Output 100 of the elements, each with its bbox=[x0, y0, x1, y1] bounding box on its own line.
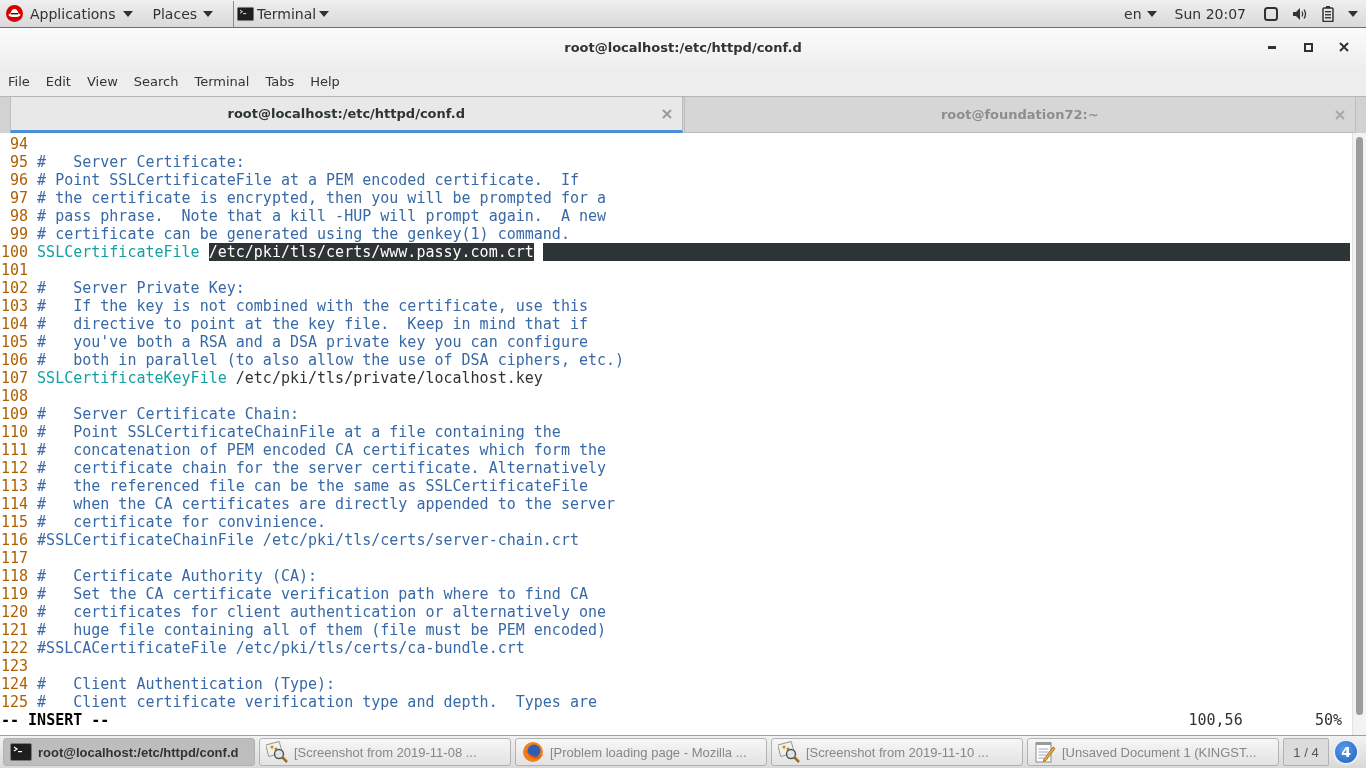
comment-text: # certificate chain for the server certificate. Alternatively bbox=[37, 459, 607, 477]
scrollbar-thumb[interactable] bbox=[1356, 137, 1363, 715]
menu-item[interactable]: Help bbox=[302, 69, 348, 93]
tab[interactable]: root@localhost:/etc/httpd/conf.d bbox=[10, 97, 683, 133]
line-number: 111 bbox=[1, 441, 29, 459]
comment-text: # Certificate Authority (CA): bbox=[37, 567, 318, 585]
comment-text: # pass phrase. Note that a kill -HUP will prompt again. A new bbox=[37, 207, 607, 225]
comment-text: # you've both a RSA and a DSA private key you can configure bbox=[37, 333, 588, 351]
line-number: 103 bbox=[1, 297, 29, 315]
menu-item[interactable]: Terminal bbox=[186, 69, 258, 93]
menu-item[interactable]: Tabs bbox=[257, 69, 303, 93]
line-number: 94 bbox=[9, 135, 29, 153]
globe-icon bbox=[522, 741, 544, 763]
line-number: 120 bbox=[1, 603, 29, 621]
comment-text: # Client certificate verification type and depth. Types are bbox=[37, 693, 597, 711]
comment-text: # certificate can be generated using the genkey(1) command. bbox=[37, 225, 570, 243]
comment-text: # Server Certificate Chain: bbox=[37, 405, 299, 423]
comment-text: # certificates for client authentication or alternatively one bbox=[37, 603, 607, 621]
line-number: 100 bbox=[1, 243, 29, 261]
line-number: 116 bbox=[1, 531, 29, 549]
line-number: 98 bbox=[9, 207, 29, 225]
menu-item[interactable]: View bbox=[78, 69, 126, 93]
line-number: 101 bbox=[1, 261, 29, 279]
line-number: 113 bbox=[1, 477, 29, 495]
directive-value: /etc/pki/tls/certs/www.passy.com.crt bbox=[208, 243, 534, 261]
menu-item[interactable]: Search bbox=[125, 69, 187, 93]
comment-text: # Server Private Key: bbox=[37, 279, 245, 297]
line-number: 105 bbox=[1, 333, 29, 351]
cursor-position: 100,56 bbox=[1188, 711, 1243, 729]
places-menu[interactable]: Places bbox=[152, 0, 234, 27]
line-number: 99 bbox=[9, 225, 29, 243]
menu-item[interactable]: File bbox=[0, 69, 38, 93]
mode-indicator: -- INSERT -- bbox=[1, 711, 110, 729]
comment-text: # the certificate is encrypted, then you will be prompted for a bbox=[37, 189, 607, 207]
minimize-icon bbox=[1268, 45, 1276, 49]
screen-icon[interactable] bbox=[1264, 6, 1278, 21]
comment-text: # both in parallel (to also allow the use of DSA ciphers, etc.) bbox=[37, 351, 625, 369]
line-number: 95 bbox=[9, 153, 29, 171]
comment-text: # concatenation of PEM encoded CA certificates which form the bbox=[37, 441, 607, 459]
caret-icon bbox=[122, 10, 133, 17]
line-number: 96 bbox=[9, 171, 29, 189]
battery-icon[interactable] bbox=[1322, 5, 1334, 22]
line-number: 97 bbox=[9, 189, 29, 207]
maximize-icon bbox=[1303, 42, 1313, 52]
directive-value: /etc/pki/tls/private/localhost.key bbox=[235, 369, 543, 387]
comment-text: # If the key is not combined with the certificate, use this bbox=[37, 297, 588, 315]
line-number: 125 bbox=[1, 693, 29, 711]
caret-icon bbox=[1348, 10, 1358, 17]
clock[interactable]: Sun 20:07 bbox=[1174, 5, 1246, 22]
line-number: 110 bbox=[1, 423, 29, 441]
magnifier-picture-icon bbox=[266, 741, 288, 763]
comment-text: #SSLCertificateChainFile /etc/pki/tls/certs/server-chain.crt bbox=[37, 531, 579, 549]
line-number: 114 bbox=[1, 495, 29, 513]
comment-text: # certificate for convinience. bbox=[37, 513, 327, 531]
comment-text: # when the CA certificates are directly appended to the server bbox=[37, 495, 616, 513]
caret-icon bbox=[203, 10, 214, 17]
menu-item[interactable]: Edit bbox=[37, 69, 79, 93]
app-menu[interactable]: Terminal bbox=[237, 0, 350, 27]
line-number: 112 bbox=[1, 459, 29, 477]
notepad-icon bbox=[1034, 741, 1056, 763]
caret-icon bbox=[319, 10, 330, 17]
comment-text: # huge file containing all of them (file must be PEM encoded) bbox=[37, 621, 607, 639]
comment-text: #SSLCACertificateFile /etc/pki/tls/certs/ca-bundle.crt bbox=[37, 639, 525, 657]
comment-text: # Client Authentication (Type): bbox=[37, 675, 336, 693]
input-source-menu[interactable]: en bbox=[1124, 5, 1157, 22]
workspace-switcher[interactable]: 1 / 4 bbox=[1283, 738, 1329, 766]
line-number: 117 bbox=[1, 549, 29, 567]
taskbar-window-button[interactable]: root@localhost:/etc/httpd/conf.d bbox=[3, 738, 255, 766]
line-number: 119 bbox=[1, 585, 29, 603]
line-number: 108 bbox=[1, 387, 29, 405]
comment-text: # Point SSLCertificateChainFile at a file containing the bbox=[37, 423, 561, 441]
line-number: 115 bbox=[1, 513, 29, 531]
close-icon bbox=[1339, 42, 1349, 52]
line-number: 102 bbox=[1, 279, 29, 297]
line-number: 109 bbox=[1, 405, 29, 423]
comment-text: # directive to point at the key file. Keep in mind that if bbox=[37, 315, 588, 333]
terminal-icon bbox=[237, 5, 255, 22]
line-number: 122 bbox=[1, 639, 29, 657]
scroll-percentage: 50% bbox=[1314, 711, 1342, 729]
line-number: 124 bbox=[1, 675, 29, 693]
line-number: 104 bbox=[1, 315, 29, 333]
terminal-icon bbox=[10, 743, 32, 761]
volume-icon[interactable] bbox=[1292, 6, 1308, 21]
applications-menu[interactable]: Applications bbox=[6, 0, 153, 27]
directive-name: SSLCertificateFile bbox=[37, 243, 200, 261]
line-number: 107 bbox=[1, 369, 29, 387]
caret-icon bbox=[1146, 10, 1157, 17]
directive-name: SSLCertificateKeyFile bbox=[37, 369, 227, 387]
magnifier-picture-icon bbox=[778, 741, 800, 763]
hat-logo-icon bbox=[6, 5, 23, 22]
line-number: 121 bbox=[1, 621, 29, 639]
window-title: root@localhost:/etc/httpd/conf.d bbox=[564, 39, 802, 55]
comment-text: # Set the CA certificate verification path where to find CA bbox=[37, 585, 588, 603]
line-number: 106 bbox=[1, 351, 29, 369]
comment-text: # Server Certificate: bbox=[37, 153, 245, 171]
comment-text: # the referenced file can be the same as SSLCertificateFile bbox=[37, 477, 588, 495]
comment-text: # Point SSLCertificateFile at a PEM encoded certificate. If bbox=[37, 171, 579, 189]
line-number: 123 bbox=[1, 657, 29, 675]
scrollbar-track[interactable] bbox=[1352, 133, 1366, 735]
line-number: 118 bbox=[1, 567, 29, 585]
